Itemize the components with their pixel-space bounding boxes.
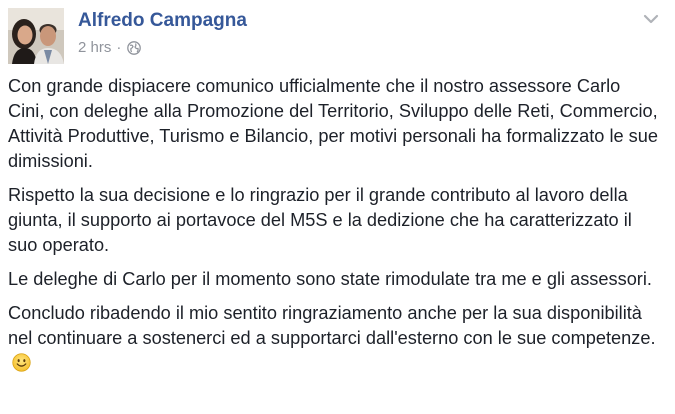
avatar[interactable] [8,8,64,64]
post-paragraph-text: Concludo ribadendo il mio sentito ringra… [8,303,656,348]
post-header: Alfredo Campagna 2 hrs · [8,8,668,64]
post-paragraph: Le deleghe di Carlo per il momento sono … [8,269,652,289]
post-timestamp[interactable]: 2 hrs [78,39,111,56]
meta-separator: · [116,39,122,56]
post-paragraph: Con grande dispiacere comunico ufficialm… [8,76,658,171]
post-paragraph-last: Concludo ribadendo il mio sentito ringra… [8,301,658,376]
post-body: Con grande dispiacere comunico ufficialm… [8,74,658,385]
author-name[interactable]: Alfredo Campagna [78,10,247,32]
post-meta: 2 hrs · [78,39,142,56]
smiley-emoji [12,353,31,372]
post-paragraph: Rispetto la sua decisione e lo ringrazio… [8,185,632,255]
facebook-post: Alfredo Campagna 2 hrs · Con grande disp… [0,0,675,414]
globe-icon[interactable] [127,40,142,55]
chevron-down-icon[interactable] [642,12,660,26]
profile-photo [8,8,64,64]
